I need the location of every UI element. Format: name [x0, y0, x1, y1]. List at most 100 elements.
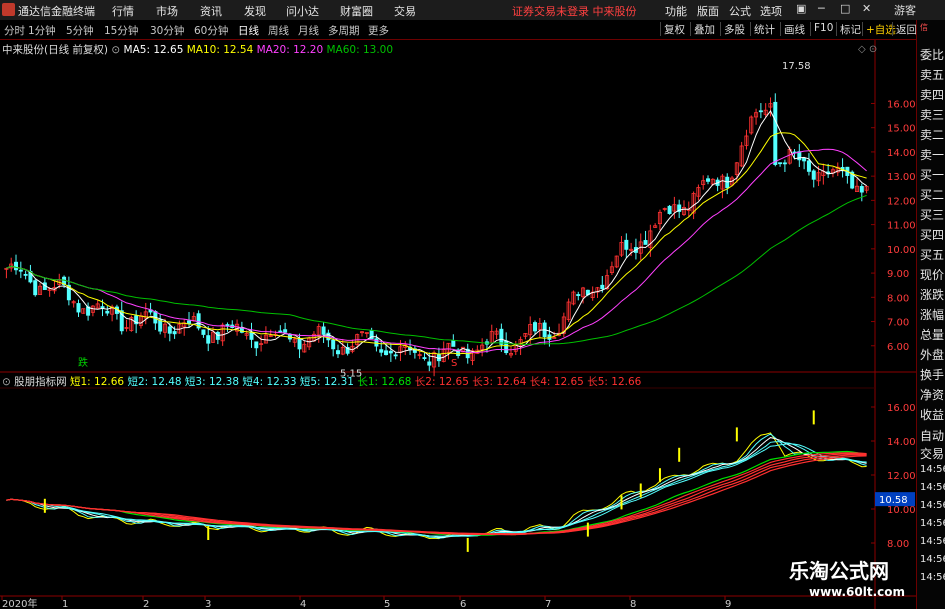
- x-label: 7: [545, 599, 551, 609]
- candle-body: [14, 261, 19, 271]
- signal-die: 跌: [78, 356, 88, 369]
- candle-body: [249, 331, 254, 340]
- x-label: 4: [300, 599, 306, 609]
- candle-body: [167, 326, 172, 334]
- y-tick-label: 10.00: [887, 245, 916, 256]
- y-tick-label: 13.00: [887, 172, 916, 183]
- sub-y-tick-label: 12.00: [887, 471, 916, 482]
- x-label: 2: [143, 599, 149, 609]
- side-volume: 总量: [920, 328, 945, 342]
- side-buy4: 买四: [920, 228, 945, 242]
- menu-wenxiaoda[interactable]: 问小达: [286, 3, 319, 19]
- side-price: 现价: [920, 268, 945, 282]
- candle-body: [811, 170, 816, 180]
- title-bar: 通达信金融终端 行情 市场 资讯 发现 问小达 财富圈 交易 证券交易未登录 中…: [0, 0, 945, 21]
- menu-jiaoyi[interactable]: 交易: [394, 3, 416, 19]
- x-label: 6: [460, 599, 466, 609]
- candle-body: [283, 329, 288, 333]
- kline-chart[interactable]: ◇ ⊙ 17.585.15跌 S 16.0015.0014.0013.0012.0…: [0, 20, 916, 609]
- menu-shichang[interactable]: 市场: [156, 3, 178, 19]
- candle-body: [384, 350, 389, 356]
- x-label: 9: [725, 599, 731, 609]
- menu-banmian[interactable]: 版面: [697, 3, 719, 19]
- short-line-4: [6, 441, 867, 537]
- side-time: 14:56: [920, 464, 945, 475]
- sub-y-tick-label: 16.00: [887, 403, 916, 414]
- side-buy2: 买二: [920, 188, 945, 202]
- minimize-icon[interactable]: ─: [818, 2, 825, 15]
- candle-body: [33, 280, 38, 296]
- menu-hangqing[interactable]: 行情: [112, 3, 134, 19]
- watermark-url: www.60lt.com: [809, 585, 906, 599]
- y-tick-label: 14.00: [887, 148, 916, 159]
- side-time: 14:56: [920, 518, 945, 529]
- y-tick-label: 12.00: [887, 196, 916, 207]
- candle-body: [859, 186, 864, 193]
- y-tick-label: 6.00: [887, 342, 909, 353]
- menu-gongneng[interactable]: 功能: [665, 3, 687, 19]
- candle-body: [335, 350, 340, 355]
- menu-faxian[interactable]: 发现: [244, 3, 266, 19]
- candle-body: [576, 294, 581, 297]
- candle-body: [643, 240, 648, 245]
- candle-body: [758, 110, 763, 113]
- y-tick-label: 15.00: [887, 124, 916, 135]
- y-tick-label: 11.00: [887, 221, 916, 232]
- candle-body: [624, 239, 629, 250]
- candle-body: [172, 331, 177, 335]
- candle-body: [76, 303, 81, 313]
- side-sell2: 卖二: [920, 128, 945, 142]
- x-label: 1: [62, 599, 68, 609]
- candle-body: [187, 320, 192, 324]
- quote-side-panel: 信 委比 卖五 卖四 卖三 卖二 卖一 买一 买二 买三 买四 买五 现价 涨跌…: [916, 20, 945, 609]
- side-time: 14:56: [920, 500, 945, 511]
- app-title: 通达信金融终端: [18, 5, 95, 18]
- guest-label[interactable]: 游客: [894, 2, 916, 18]
- candle-body: [388, 350, 393, 354]
- menu-caifuquan[interactable]: 财富圈: [340, 3, 373, 19]
- candle-body: [18, 269, 23, 272]
- side-turnover: 换手: [920, 368, 945, 382]
- x-label: 5: [384, 599, 390, 609]
- side-trade[interactable]: 交易: [920, 445, 944, 462]
- long-line-5: [6, 455, 867, 535]
- candle-body: [100, 306, 105, 309]
- candle-body: [533, 322, 538, 332]
- candle-body: [667, 205, 672, 214]
- candle-body: [600, 284, 605, 290]
- side-sell3: 卖三: [920, 108, 945, 122]
- side-time: 14:56: [920, 572, 945, 583]
- high-annotation: 17.58: [782, 61, 811, 72]
- side-sell4: 卖四: [920, 88, 945, 102]
- x-label: 2020年: [2, 597, 37, 609]
- signal-s: S: [451, 358, 457, 369]
- candle-body: [451, 340, 456, 347]
- menu-gongshi[interactable]: 公式: [729, 3, 751, 19]
- chart-options-icon: ◇ ⊙: [858, 44, 877, 55]
- short-line-3: [6, 437, 867, 538]
- maximize-icon[interactable]: □: [840, 2, 850, 15]
- side-top-icon: 信: [920, 23, 928, 32]
- skin-icon[interactable]: ▣: [796, 2, 806, 15]
- menu-zixun[interactable]: 资讯: [200, 3, 222, 19]
- watermark-logo: 乐淘公式网 www.60lt.com: [785, 555, 913, 603]
- app-logo-icon: [2, 3, 15, 16]
- y-tick-label: 16.00: [887, 99, 916, 110]
- y-tick-label: 9.00: [887, 269, 909, 280]
- menu-xuanxiang[interactable]: 选项: [760, 3, 782, 19]
- side-buy5: 买五: [920, 248, 945, 262]
- candle-body: [297, 338, 302, 350]
- candle-body: [331, 339, 336, 350]
- close-icon[interactable]: ✕: [862, 2, 871, 15]
- sub-y-tick-label: 10.00: [887, 505, 916, 516]
- side-sell5: 卖五: [920, 68, 945, 82]
- login-notice: 证券交易未登录 中来股份: [512, 5, 637, 18]
- side-auto[interactable]: 自动: [920, 427, 944, 444]
- side-net-asset: 净资: [920, 388, 945, 402]
- side-change: 涨跌: [920, 288, 945, 302]
- candle-body: [215, 331, 220, 340]
- candle-body: [254, 341, 259, 349]
- sub-y-tick-label: 8.00: [887, 539, 909, 550]
- side-eps: 收益: [920, 408, 945, 422]
- side-buy1: 买一: [920, 168, 945, 182]
